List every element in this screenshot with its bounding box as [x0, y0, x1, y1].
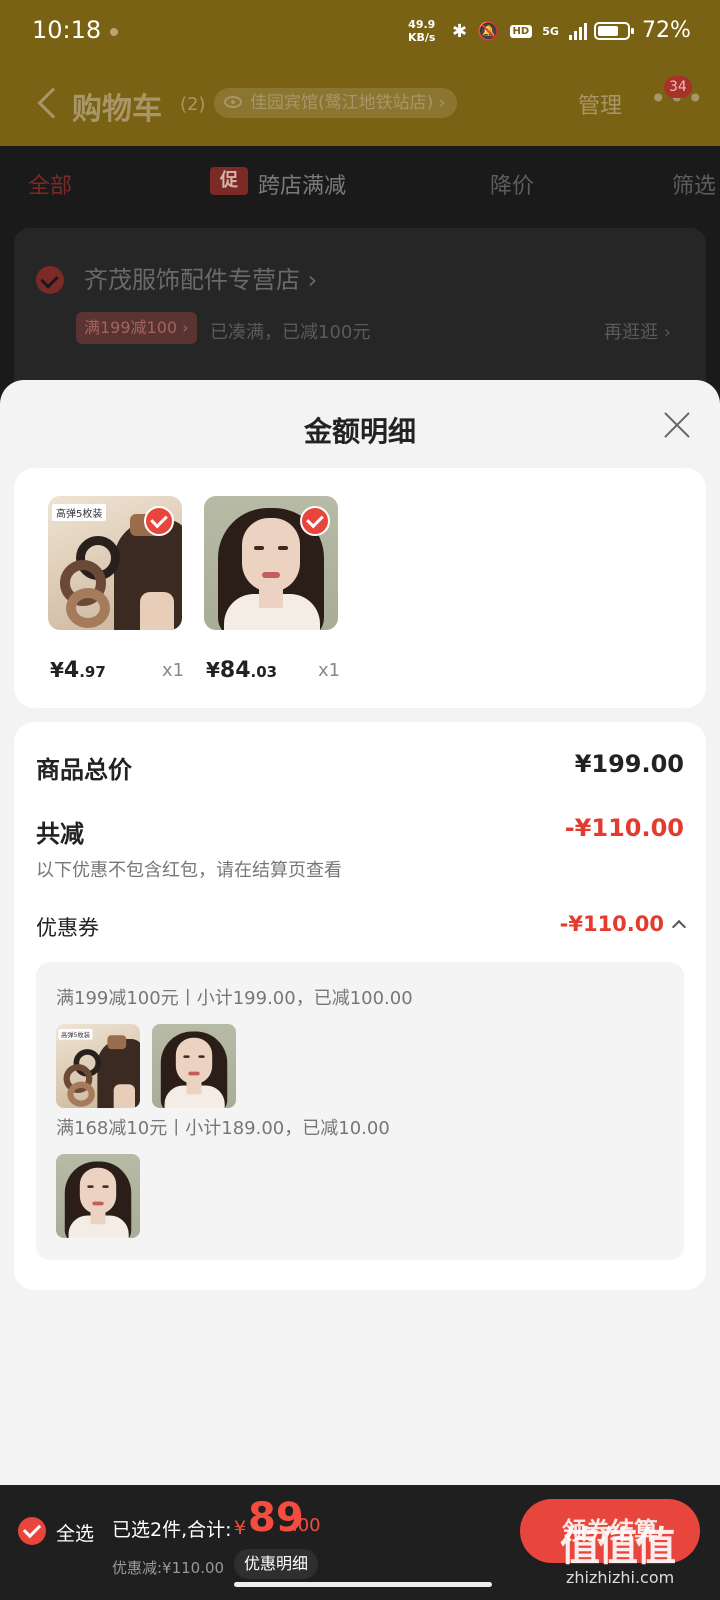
hd-icon: HD	[509, 24, 533, 38]
checked-icon	[144, 506, 174, 536]
product-image-tag: 高弹5枚装	[52, 504, 107, 521]
store-name[interactable]: 齐茂服饰配件专营店 ›	[84, 260, 317, 295]
tab-cross-store[interactable]: 跨店满减	[258, 168, 346, 200]
status-time: 10:18	[32, 16, 102, 44]
goods-card: 高弹5枚装 ¥4.97 x1 ¥84.03 x1	[14, 468, 706, 708]
select-all-label[interactable]: 全选	[56, 1519, 94, 1546]
amount-summary: 商品总价 ¥199.00 共减 -¥110.00 以下优惠不包含红包，请在结算页…	[14, 722, 706, 1290]
goods-quantity: x1	[162, 660, 185, 681]
tab-filter[interactable]: 筛选	[672, 168, 716, 200]
coupon-rule: 满199减100元丨小计199.00，已减100.00	[56, 988, 413, 1009]
goods-quantity: x1	[318, 660, 341, 681]
coupon-product-thumb	[152, 1024, 236, 1108]
coupon-rule: 满168减10元丨小计189.00，已减10.00	[56, 1118, 390, 1139]
manage-button[interactable]: 管理	[578, 88, 622, 120]
product-image: 高弹5枚装	[48, 496, 182, 630]
total-currency: ¥	[234, 1517, 247, 1539]
chevron-up-icon[interactable]	[671, 919, 687, 935]
product-image	[204, 496, 338, 630]
checked-icon	[300, 506, 330, 536]
mute-icon: 🔕	[477, 20, 500, 42]
network-type: 5G	[542, 24, 559, 38]
browse-more-link[interactable]: 再逛逛 ›	[604, 318, 671, 344]
discount-detail-button[interactable]: 优惠明细	[234, 1549, 319, 1579]
notification-dot-icon	[110, 28, 118, 36]
total-decimal: .00	[292, 1515, 321, 1536]
store-promo-text: 满199减100	[84, 318, 178, 337]
store-checkbox[interactable]	[36, 266, 64, 294]
watermark-logo: 值值值	[560, 1524, 676, 1570]
message-badge: 34	[664, 76, 692, 98]
store-name-text: 齐茂服饰配件专营店	[84, 266, 300, 294]
price-currency: ¥	[206, 658, 220, 682]
promo-tag-icon: 促	[210, 167, 248, 195]
goods-price: ¥4.97	[50, 658, 106, 683]
sheet-title: 金额明细	[303, 415, 416, 448]
discount-label: 共减	[36, 820, 84, 848]
price-integer: 4	[63, 658, 80, 683]
delivery-location-text: 佳园宾馆(鹭江地铁站店)	[250, 93, 434, 113]
home-indicator[interactable]	[234, 1582, 492, 1587]
coupon-product-thumb: 高弹5枚装	[56, 1024, 140, 1108]
tab-price-drop[interactable]: 降价	[490, 168, 534, 200]
select-all-checkbox[interactable]	[18, 1517, 46, 1545]
battery-level	[598, 26, 619, 36]
browse-more-text: 再逛逛	[604, 322, 658, 343]
total-value: ¥199.00	[574, 750, 684, 778]
battery-icon	[594, 22, 634, 40]
delivery-location[interactable]: 佳园宾馆(鹭江地铁站店) ›	[214, 88, 458, 118]
discount-value: -¥110.00	[564, 814, 684, 842]
coupon-detail-box: 满199减100元丨小计199.00，已减100.00 高弹5枚装 满168减1…	[36, 962, 684, 1260]
bluetooth-icon: ✱	[452, 20, 468, 42]
selected-summary: 已选2件,合计:	[112, 1519, 232, 1541]
discount-note: 以下优惠不包含红包，请在结算页查看	[36, 860, 342, 881]
filter-tabs: 全部 促 跨店满减 降价 筛选	[0, 146, 720, 216]
goods-item[interactable]: 高弹5枚装 ¥4.97 x1	[48, 496, 184, 683]
coupon-label[interactable]: 优惠券	[36, 912, 99, 942]
back-icon[interactable]	[37, 87, 69, 119]
coupon-value[interactable]: -¥110.00	[560, 912, 664, 936]
battery-percent: 72%	[642, 18, 691, 43]
price-currency: ¥	[50, 658, 64, 682]
close-icon[interactable]	[662, 410, 692, 440]
goods-price: ¥84.03	[206, 658, 277, 683]
price-decimal: .03	[250, 663, 278, 681]
cart-count: (2)	[180, 94, 206, 115]
cart-nav-bar: 购物车 (2) 佳园宾馆(鹭江地铁站店) › 管理 ••• 34	[0, 72, 720, 134]
store-card: 齐茂服饰配件专营店 › 满199减100 › 已凑满，已减100元 再逛逛 ›	[14, 228, 706, 398]
price-integer: 84	[219, 658, 251, 683]
total-label: 商品总价	[36, 756, 132, 784]
store-promo-tag[interactable]: 满199减100 ›	[76, 312, 197, 344]
status-bar: 10:18 49.9 KB/s ✱ 🔕 HD 5G 72%	[0, 0, 720, 64]
watermark-url: zhizhizhi.com	[566, 1568, 675, 1587]
price-decimal: .97	[79, 663, 106, 681]
tab-all[interactable]: 全部	[28, 168, 72, 200]
product-image-tag: 高弹5枚装	[58, 1029, 93, 1040]
network-speed-unit: KB/s	[408, 31, 436, 44]
location-eye-icon	[224, 96, 242, 108]
store-promo-tip: 已凑满，已减100元	[210, 322, 371, 343]
goods-item[interactable]: ¥84.03 x1	[204, 496, 340, 683]
network-speed: 49.9 KB/s	[408, 18, 435, 44]
coupon-product-thumb	[56, 1154, 140, 1238]
discount-summary: 优惠减:¥110.00	[112, 1559, 225, 1577]
amount-detail-sheet: 金额明细 高弹5枚装 ¥4.97 x1 ¥84.03 x1 商品总价 ¥199.…	[0, 380, 720, 1485]
network-speed-value: 49.9	[408, 18, 436, 31]
page-title: 购物车	[72, 92, 162, 127]
signal-icon	[568, 22, 587, 40]
